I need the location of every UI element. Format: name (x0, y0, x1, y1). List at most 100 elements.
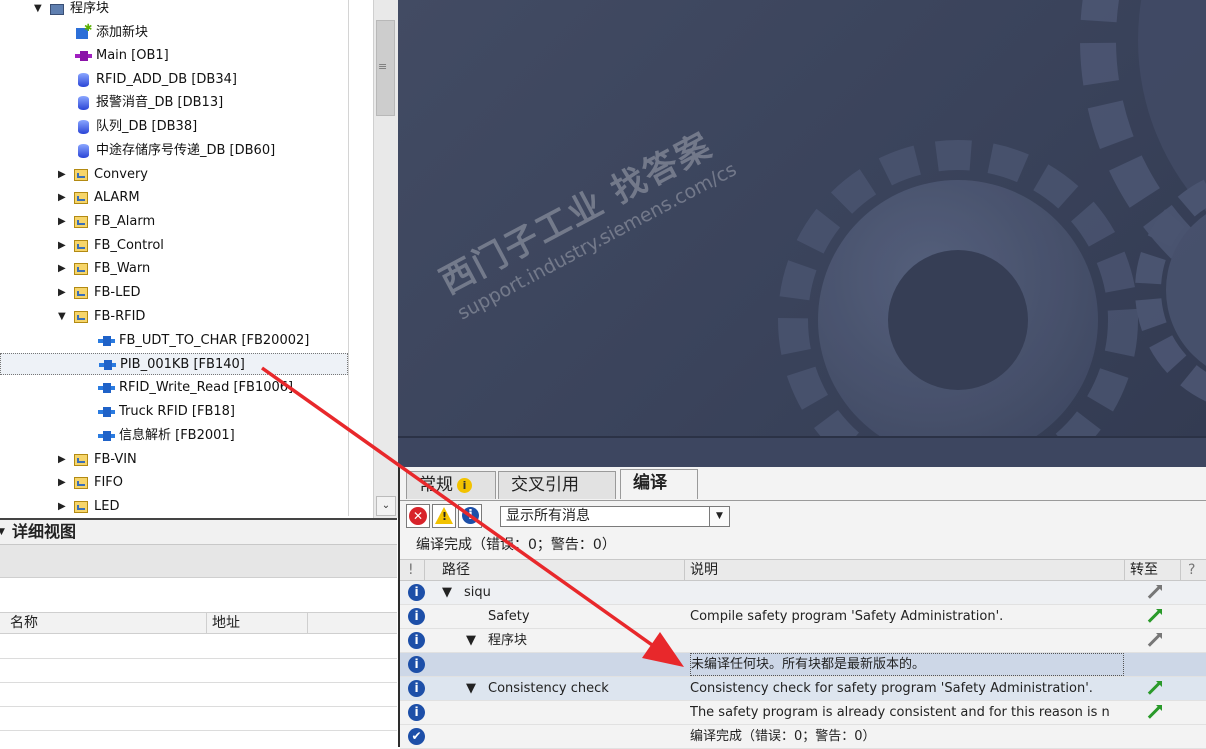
row-expander[interactable]: ▼ (466, 629, 476, 652)
expand-arrow-icon[interactable]: ▶ (58, 187, 72, 209)
collapse-arrow-icon[interactable]: ▼ (0, 520, 10, 544)
tree-item-fb140[interactable]: PIB_001KB [FB140] (0, 353, 348, 375)
column-header-path[interactable]: 路径 (442, 560, 470, 580)
info-icon: i (408, 608, 425, 625)
folder-icon (72, 187, 90, 209)
message-row[interactable]: ✔ 编译完成（错误：0；警告：0） (400, 725, 1206, 749)
tree-item-fb-vin[interactable]: ▶ FB-VIN (58, 449, 137, 471)
tree-item-fb-control[interactable]: ▶ FB_Control (58, 235, 164, 257)
tree-item-db38[interactable]: 队列_DB [DB38] (74, 116, 197, 138)
goto-arrow-icon[interactable] (1148, 609, 1162, 623)
show-warnings-button[interactable]: ! (432, 504, 456, 528)
tree-item-led[interactable]: ▶ LED (58, 496, 119, 516)
tree-item-label: FB_Alarm (94, 214, 156, 229)
message-description: Compile safety program 'Safety Administr… (690, 609, 1004, 624)
column-header-address[interactable]: 地址 (212, 613, 240, 633)
message-path: Consistency check (488, 681, 609, 696)
show-info-button[interactable] (458, 504, 482, 528)
column-divider[interactable] (684, 560, 685, 580)
chevron-down-icon[interactable]: ▼ (709, 507, 729, 526)
column-divider[interactable] (424, 560, 425, 580)
column-divider[interactable] (1180, 560, 1181, 580)
expand-arrow-icon[interactable]: ▶ (58, 235, 72, 257)
expand-arrow-icon[interactable]: ▼ (34, 0, 48, 20)
tree-item-db34[interactable]: RFID_ADD_DB [DB34] (74, 69, 237, 91)
tree-divider (348, 0, 349, 516)
goto-arrow-icon[interactable] (1148, 681, 1162, 695)
message-row[interactable]: i ▼ 程序块 (400, 629, 1206, 653)
tree-item-fb-warn[interactable]: ▶ FB_Warn (58, 258, 150, 280)
tree-item-label: FB_Warn (94, 261, 151, 276)
tree-scrollbar[interactable]: ≡ ⌄ (373, 0, 398, 518)
project-tree: ▼程序块 添加新块 Main [OB1] RFID_ADD_DB [DB34] … (0, 0, 376, 516)
detail-view-title: 详细视图 (12, 522, 77, 541)
tree-item-fb-alarm[interactable]: ▶ FB_Alarm (58, 211, 155, 233)
tree-item-convery[interactable]: ▶ Convery (58, 164, 148, 186)
tree-item-label: 队列_DB [DB38] (96, 119, 198, 134)
tree-item-db13[interactable]: 报警消音_DB [DB13] (74, 92, 223, 114)
expand-arrow-icon[interactable]: ▶ (58, 472, 72, 494)
collapse-arrow-icon[interactable]: ▼ (58, 306, 72, 328)
tab-compile[interactable]: 编译 (620, 469, 698, 499)
column-header-help[interactable]: ? (1188, 560, 1195, 580)
column-header-description[interactable]: 说明 (690, 560, 718, 580)
tree-item-fb2001[interactable]: 信息解析 [FB2001] (97, 425, 235, 447)
inspector-window: 常规i 交叉引用 编译 ! 显示所有消息 ▼ 编译完成（错误：0；警告：0） !… (398, 467, 1206, 749)
goto-arrow-icon[interactable] (1148, 705, 1162, 719)
tree-item-label: LED (94, 499, 120, 514)
tree-item-add-new-block[interactable]: 添加新块 (74, 18, 148, 44)
tab-general[interactable]: 常规 i (406, 471, 496, 499)
expand-arrow-icon[interactable]: ▶ (58, 211, 72, 233)
expand-arrow-icon[interactable]: ▶ (58, 496, 72, 516)
message-row-selected[interactable]: i 未编译任何块。所有块都是最新版本的。 (400, 653, 1206, 677)
message-description: 编译完成（错误：0；警告：0） (690, 729, 876, 744)
message-row[interactable]: i ▼ siqu (400, 581, 1206, 605)
gears-illustration (778, 0, 1206, 436)
tree-item-fb-led[interactable]: ▶ FB-LED (58, 282, 141, 304)
tree-item-fifo[interactable]: ▶ FIFO (58, 472, 123, 494)
tree-item-fb18[interactable]: Truck RFID [FB18] (97, 401, 235, 423)
message-row[interactable]: i Safety Compile safety program 'Safety … (400, 605, 1206, 629)
column-header-goto[interactable]: 转至 (1130, 560, 1158, 580)
tree-item-alarm[interactable]: ▶ ALARM (58, 187, 140, 209)
message-row[interactable]: i ▼ Consistency check Consistency check … (400, 677, 1206, 701)
tree-item-label: Convery (94, 167, 148, 182)
message-path: siqu (464, 585, 491, 600)
expand-arrow-icon[interactable]: ▶ (58, 258, 72, 280)
tree-item-program-blocks[interactable]: ▼ 程序块 (34, 0, 109, 20)
tree-item-label: FB-LED (94, 285, 141, 300)
tree-item-fb-rfid[interactable]: ▼ FB-RFID (58, 306, 145, 328)
tree-item-label: RFID_Write_Read [FB1006] (119, 380, 294, 395)
tab-cross-references[interactable]: 交叉引用 (498, 471, 616, 499)
info-icon: i (408, 656, 425, 673)
message-description: Consistency check for safety program 'Sa… (690, 681, 1093, 696)
expand-arrow-icon[interactable]: ▶ (58, 449, 72, 471)
row-expander[interactable]: ▼ (466, 677, 476, 700)
message-filter-select[interactable]: 显示所有消息 ▼ (500, 506, 730, 527)
expand-arrow-icon[interactable]: ▶ (58, 282, 72, 304)
tree-item-db60[interactable]: 中途存储序号传递_DB [DB60] (74, 140, 275, 162)
detail-view-header[interactable]: ▼ 详细视图 (0, 518, 397, 545)
tree-item-label: 中途存储序号传递_DB [DB60] (96, 143, 276, 158)
tree-item-label: FB_UDT_TO_CHAR [FB20002] (119, 333, 310, 348)
tree-item-fb20002[interactable]: FB_UDT_TO_CHAR [FB20002] (97, 330, 309, 352)
column-divider[interactable] (307, 613, 308, 633)
row-expander[interactable]: ▼ (442, 581, 452, 604)
column-divider[interactable] (206, 613, 207, 633)
tree-item-label: Truck RFID [FB18] (119, 404, 235, 419)
tree-item-label: PIB_001KB [FB140] (120, 357, 245, 372)
scroll-down-button[interactable]: ⌄ (376, 496, 396, 516)
goto-arrow-icon[interactable] (1148, 633, 1162, 647)
column-divider[interactable] (1124, 560, 1125, 580)
tree-item-fb1006[interactable]: RFID_Write_Read [FB1006] (97, 377, 293, 399)
goto-arrow-icon[interactable] (1148, 585, 1162, 599)
message-row[interactable]: i The safety program is already consiste… (400, 701, 1206, 725)
grip-icon: ≡ (378, 60, 388, 73)
messages-header-row: ! 路径 说明 转至 ? (400, 559, 1206, 581)
column-header-name[interactable]: 名称 (10, 613, 38, 633)
column-header-flag[interactable]: ! (408, 560, 414, 580)
expand-arrow-icon[interactable]: ▶ (58, 164, 72, 186)
show-errors-button[interactable] (406, 504, 430, 528)
detail-view-column-headers: 名称 地址 (0, 612, 397, 634)
tree-item-main-ob1[interactable]: Main [OB1] (74, 45, 169, 67)
